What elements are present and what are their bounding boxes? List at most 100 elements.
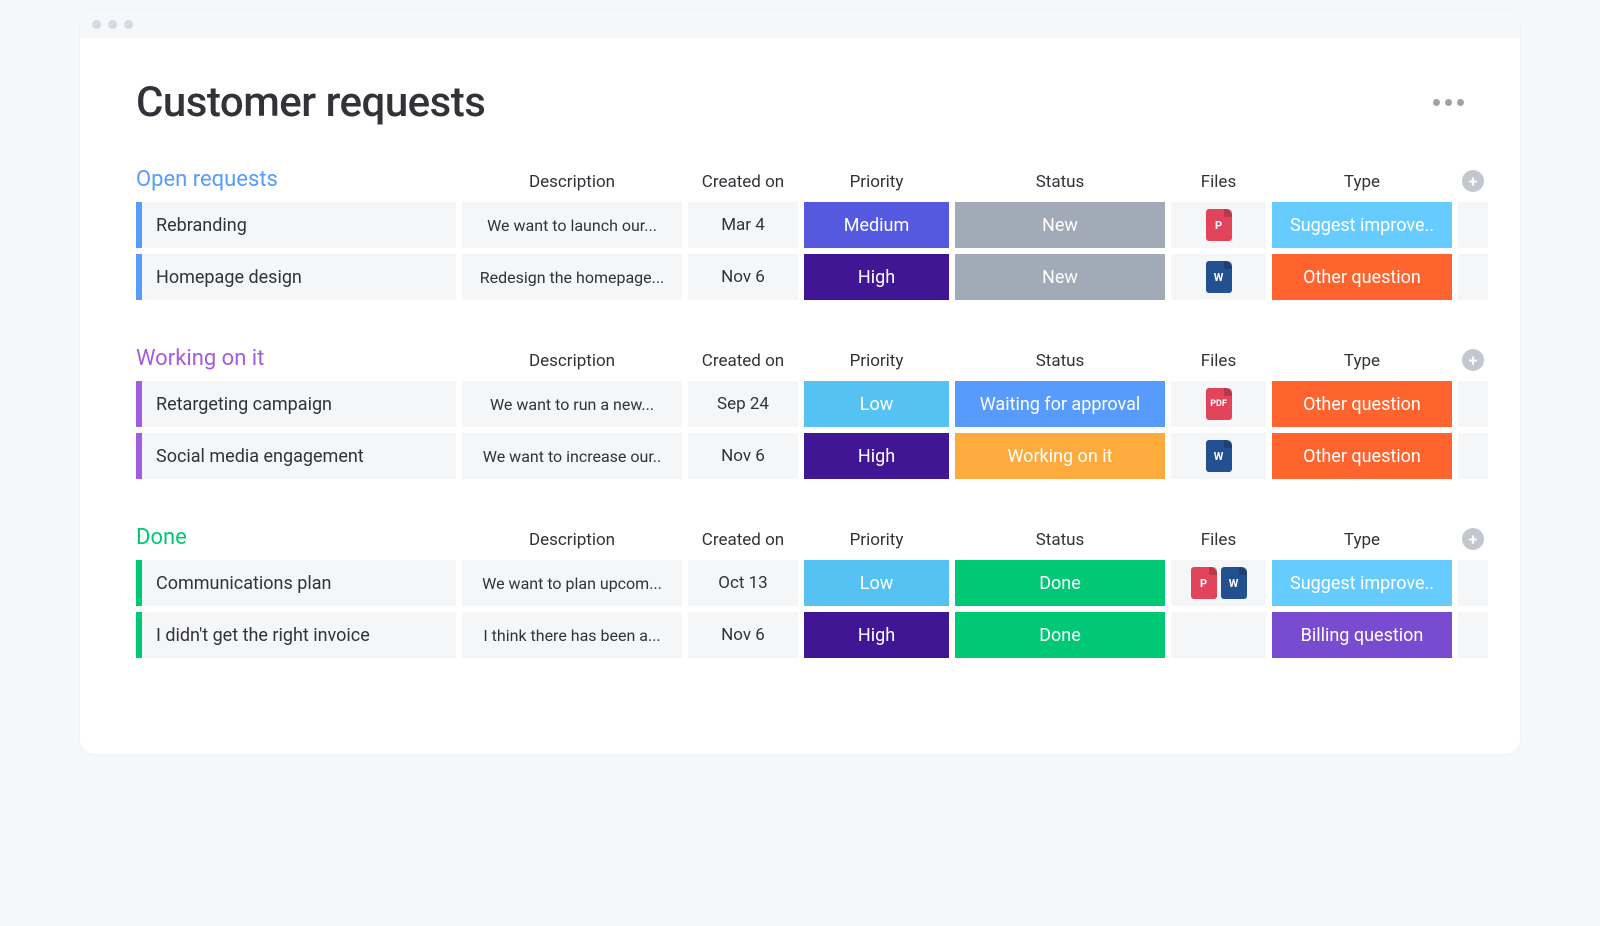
add-column-button[interactable]: + bbox=[1462, 170, 1484, 192]
row-end-cell bbox=[1458, 202, 1488, 248]
group-title[interactable]: Open requests bbox=[136, 167, 456, 196]
type-cell[interactable]: Suggest improve.. bbox=[1272, 560, 1452, 606]
group: Open requestsDescriptionCreated onPriori… bbox=[136, 167, 1464, 300]
column-header[interactable]: Files bbox=[1171, 530, 1266, 554]
files-cell[interactable] bbox=[1171, 612, 1266, 658]
created-on-cell[interactable]: Mar 4 bbox=[688, 202, 798, 248]
column-header[interactable]: Description bbox=[462, 530, 682, 554]
priority-cell[interactable]: High bbox=[804, 433, 949, 479]
column-header[interactable]: Type bbox=[1272, 530, 1452, 554]
file-icon[interactable]: P bbox=[1191, 567, 1217, 599]
description-cell[interactable]: We want to run a new... bbox=[462, 381, 682, 427]
page-title: Customer requests bbox=[136, 78, 485, 127]
status-cell[interactable]: New bbox=[955, 254, 1165, 300]
board-more-button[interactable] bbox=[1433, 99, 1464, 106]
status-cell[interactable]: Done bbox=[955, 612, 1165, 658]
type-cell[interactable]: Suggest improve.. bbox=[1272, 202, 1452, 248]
table-row[interactable]: Homepage designRedesign the homepage...N… bbox=[136, 254, 1464, 300]
row-end-cell bbox=[1458, 560, 1488, 606]
table-row[interactable]: I didn't get the right invoiceI think th… bbox=[136, 612, 1464, 658]
column-header[interactable]: Files bbox=[1171, 351, 1266, 375]
table-row[interactable]: Social media engagementWe want to increa… bbox=[136, 433, 1464, 479]
window-dot-icon bbox=[92, 20, 101, 29]
created-on-cell[interactable]: Nov 6 bbox=[688, 254, 798, 300]
item-name-cell[interactable]: Social media engagement bbox=[136, 433, 456, 479]
description-cell[interactable]: Redesign the homepage... bbox=[462, 254, 682, 300]
priority-cell[interactable]: Medium bbox=[804, 202, 949, 248]
column-header[interactable]: Created on bbox=[688, 530, 798, 554]
window-chrome bbox=[80, 10, 1520, 38]
group-title[interactable]: Working on it bbox=[136, 346, 456, 375]
table-row[interactable]: RebrandingWe want to launch our...Mar 4M… bbox=[136, 202, 1464, 248]
file-icon[interactable]: PDF bbox=[1206, 388, 1232, 420]
priority-cell[interactable]: High bbox=[804, 612, 949, 658]
type-cell[interactable]: Other question bbox=[1272, 254, 1452, 300]
created-on-cell[interactable]: Nov 6 bbox=[688, 433, 798, 479]
column-header[interactable]: Status bbox=[955, 351, 1165, 375]
table-row[interactable]: Communications planWe want to plan upcom… bbox=[136, 560, 1464, 606]
files-cell[interactable]: PW bbox=[1171, 560, 1266, 606]
files-cell[interactable]: P bbox=[1171, 202, 1266, 248]
plus-icon: + bbox=[1469, 351, 1478, 370]
item-name-cell[interactable]: I didn't get the right invoice bbox=[136, 612, 456, 658]
description-cell[interactable]: We want to launch our... bbox=[462, 202, 682, 248]
dots-icon bbox=[1433, 99, 1440, 106]
column-header[interactable]: Priority bbox=[804, 172, 949, 196]
created-on-cell[interactable]: Nov 6 bbox=[688, 612, 798, 658]
column-header[interactable]: Type bbox=[1272, 351, 1452, 375]
row-end-cell bbox=[1458, 433, 1488, 479]
file-icon[interactable]: P bbox=[1206, 209, 1232, 241]
column-header[interactable]: Files bbox=[1171, 172, 1266, 196]
status-cell[interactable]: Done bbox=[955, 560, 1165, 606]
description-cell[interactable]: We want to plan upcom... bbox=[462, 560, 682, 606]
item-name-cell[interactable]: Homepage design bbox=[136, 254, 456, 300]
created-on-cell[interactable]: Oct 13 bbox=[688, 560, 798, 606]
column-header[interactable]: Status bbox=[955, 172, 1165, 196]
priority-cell[interactable]: Low bbox=[804, 381, 949, 427]
column-header[interactable]: Status bbox=[955, 530, 1165, 554]
column-header[interactable]: Description bbox=[462, 172, 682, 196]
description-cell[interactable]: We want to increase our.. bbox=[462, 433, 682, 479]
created-on-cell[interactable]: Sep 24 bbox=[688, 381, 798, 427]
files-cell[interactable]: W bbox=[1171, 254, 1266, 300]
group-header: Open requestsDescriptionCreated onPriori… bbox=[136, 167, 1464, 196]
file-icon[interactable]: W bbox=[1221, 567, 1247, 599]
table-row[interactable]: Retargeting campaignWe want to run a new… bbox=[136, 381, 1464, 427]
group-header: Working on itDescriptionCreated onPriori… bbox=[136, 346, 1464, 375]
status-cell[interactable]: New bbox=[955, 202, 1165, 248]
type-cell[interactable]: Other question bbox=[1272, 381, 1452, 427]
status-cell[interactable]: Waiting for approval bbox=[955, 381, 1165, 427]
group: DoneDescriptionCreated onPriorityStatusF… bbox=[136, 525, 1464, 658]
column-header[interactable]: Priority bbox=[804, 530, 949, 554]
column-header[interactable]: Created on bbox=[688, 172, 798, 196]
type-cell[interactable]: Billing question bbox=[1272, 612, 1452, 658]
item-name-cell[interactable]: Communications plan bbox=[136, 560, 456, 606]
column-header[interactable]: Description bbox=[462, 351, 682, 375]
row-end-cell bbox=[1458, 612, 1488, 658]
files-cell[interactable]: W bbox=[1171, 433, 1266, 479]
board-content: Customer requests Open requestsDescripti… bbox=[80, 38, 1520, 754]
column-header[interactable]: Type bbox=[1272, 172, 1452, 196]
column-header[interactable]: Created on bbox=[688, 351, 798, 375]
description-cell[interactable]: I think there has been a... bbox=[462, 612, 682, 658]
group: Working on itDescriptionCreated onPriori… bbox=[136, 346, 1464, 479]
priority-cell[interactable]: Low bbox=[804, 560, 949, 606]
column-header[interactable]: Priority bbox=[804, 351, 949, 375]
window-dot-icon bbox=[124, 20, 133, 29]
group-title[interactable]: Done bbox=[136, 525, 456, 554]
status-cell[interactable]: Working on it bbox=[955, 433, 1165, 479]
plus-icon: + bbox=[1469, 530, 1478, 549]
item-name-cell[interactable]: Rebranding bbox=[136, 202, 456, 248]
file-icon[interactable]: W bbox=[1206, 440, 1232, 472]
row-end-cell bbox=[1458, 254, 1488, 300]
item-name-cell[interactable]: Retargeting campaign bbox=[136, 381, 456, 427]
app-window: Customer requests Open requestsDescripti… bbox=[80, 10, 1520, 754]
type-cell[interactable]: Other question bbox=[1272, 433, 1452, 479]
add-column-button[interactable]: + bbox=[1462, 349, 1484, 371]
dots-icon bbox=[1457, 99, 1464, 106]
add-column-button[interactable]: + bbox=[1462, 528, 1484, 550]
priority-cell[interactable]: High bbox=[804, 254, 949, 300]
files-cell[interactable]: PDF bbox=[1171, 381, 1266, 427]
group-header: DoneDescriptionCreated onPriorityStatusF… bbox=[136, 525, 1464, 554]
file-icon[interactable]: W bbox=[1206, 261, 1232, 293]
